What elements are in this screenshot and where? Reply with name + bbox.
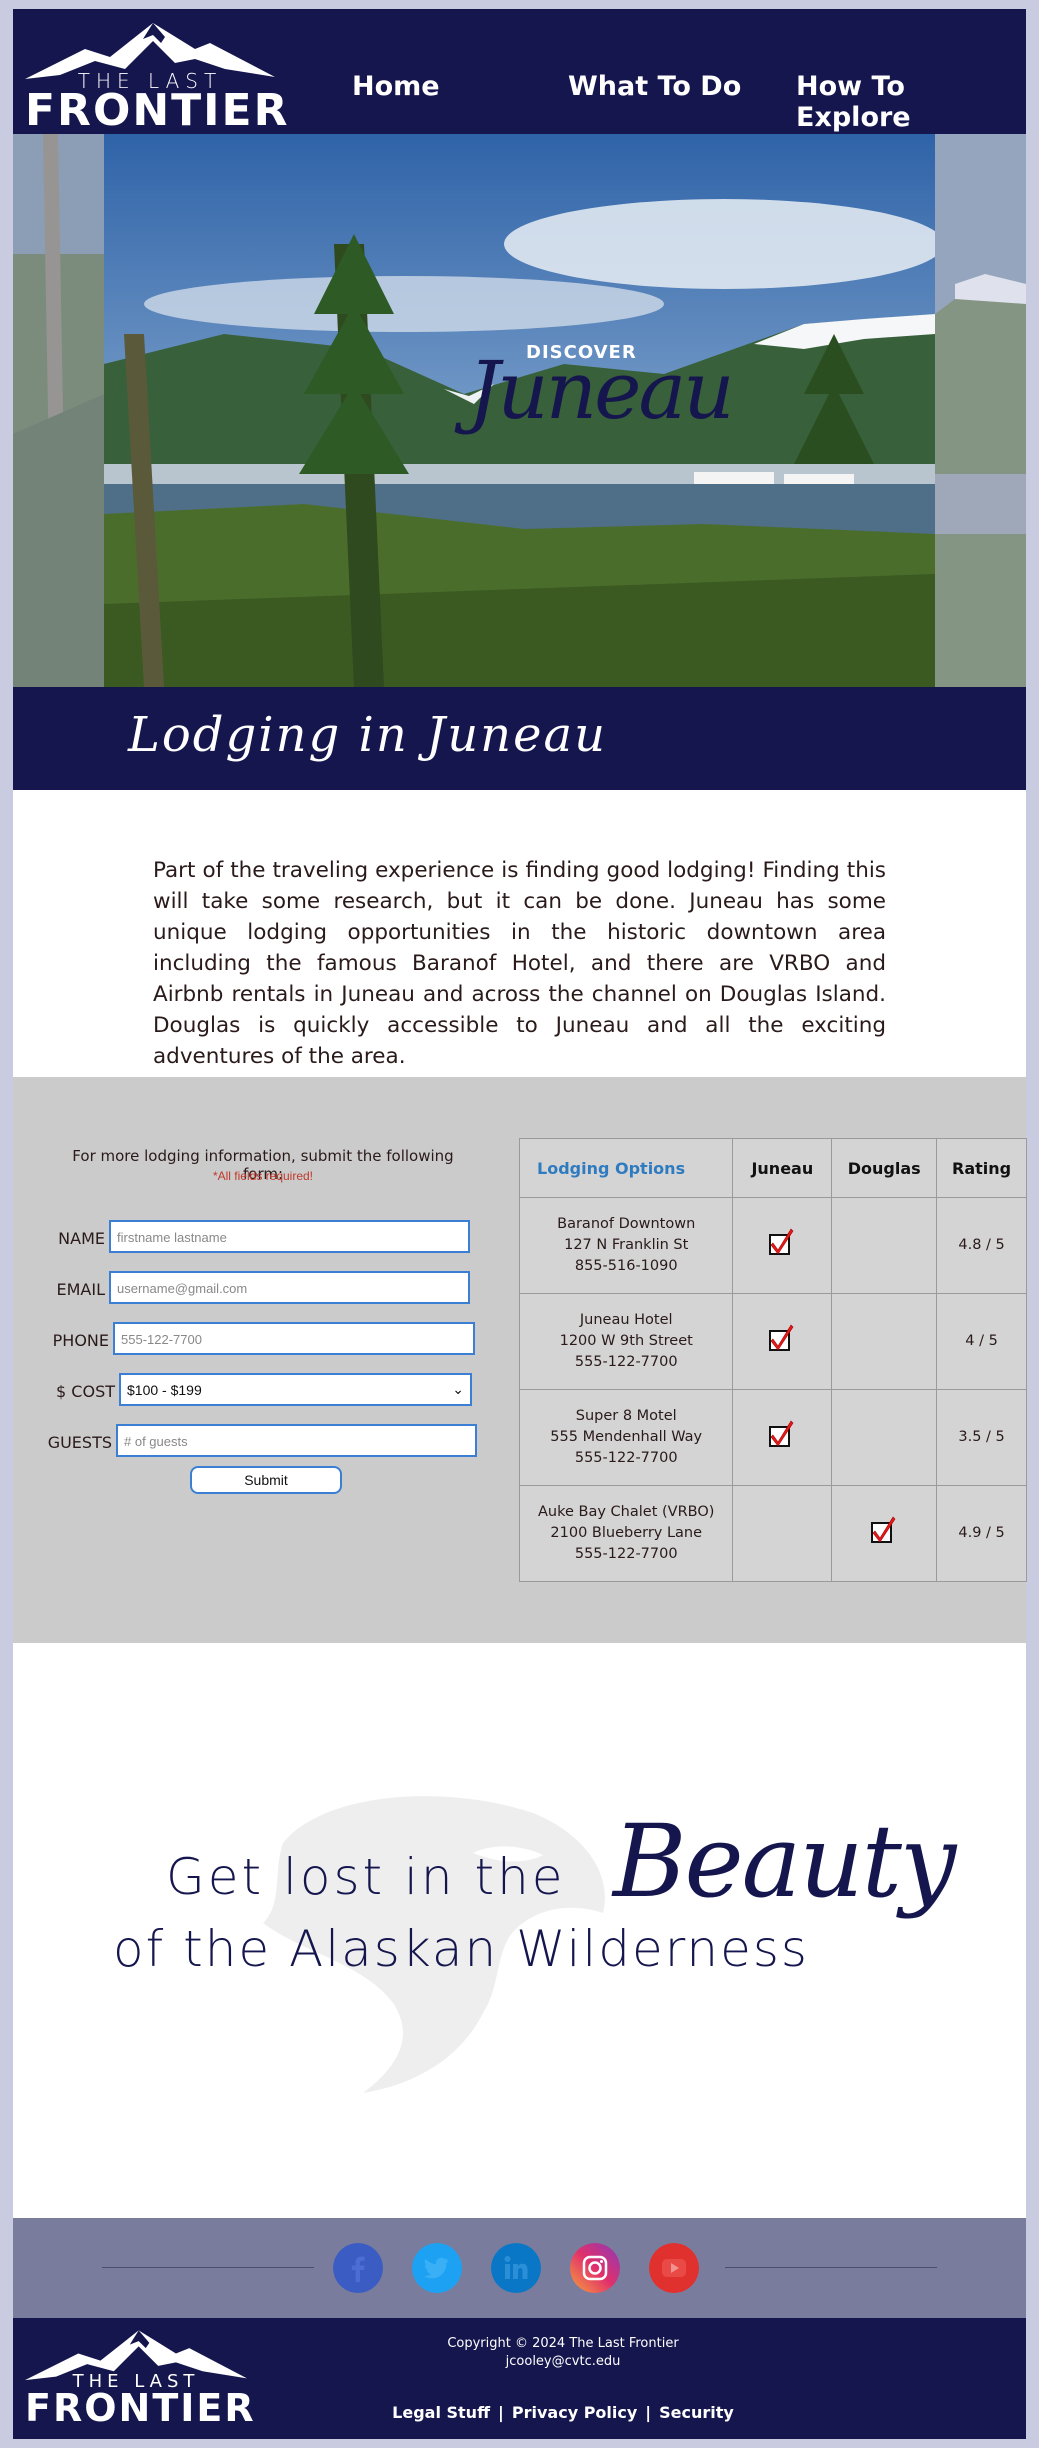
checkmark-icon <box>871 1516 896 1543</box>
beauty-script-word: Beauty <box>613 1803 956 1920</box>
douglas-cell <box>831 1197 938 1294</box>
hero-city-title: Juneau <box>468 344 735 437</box>
rating-cell: 4.8 / 5 <box>936 1197 1027 1294</box>
rating-cell: 3.5 / 5 <box>936 1389 1027 1486</box>
copyright-text: Copyright © 2024 The Last Frontier <box>447 2336 679 2351</box>
table-row: Juneau Hotel 1200 W 9th Street 555-122-770… <box>518 1293 1027 1390</box>
social-bar <box>13 2218 1026 2318</box>
lodging-phone: 855-516-1090 <box>574 1258 678 1274</box>
nav-what-to-do[interactable]: What To Do <box>568 71 741 102</box>
twitter-icon[interactable] <box>412 2243 462 2293</box>
intro-section: Part of the traveling experience is find… <box>13 790 1026 1077</box>
divider <box>102 2267 314 2268</box>
rating-cell: 4 / 5 <box>936 1293 1027 1390</box>
beauty-section: Get lost in the Beauty of the Alaskan Wi… <box>13 1643 1026 2218</box>
douglas-cell <box>831 1485 938 1582</box>
youtube-icon[interactable] <box>649 2243 699 2293</box>
legal-link[interactable]: Legal Stuff <box>392 2403 490 2422</box>
lodging-option-cell: Juneau Hotel 1200 W 9th Street 555-122-770… <box>518 1293 734 1390</box>
submit-button[interactable]: Submit <box>190 1466 342 1494</box>
beauty-line-2: of the Alaskan Wilderness <box>113 1920 809 1978</box>
guests-input[interactable]: # of guests <box>116 1424 477 1457</box>
checkmark-icon <box>769 1324 794 1351</box>
juneau-cell <box>732 1197 833 1294</box>
hero-side-left-image <box>13 134 104 687</box>
lodging-name: Baranof Downtown <box>557 1216 696 1232</box>
lodging-name: Juneau Hotel <box>579 1312 673 1328</box>
lodging-address: 127 N Franklin St <box>564 1237 689 1253</box>
email-input[interactable]: username@gmail.com <box>109 1271 470 1304</box>
security-link[interactable]: Security <box>659 2403 734 2422</box>
cost-select-value: $100 - $199 <box>127 1382 202 1398</box>
juneau-cell <box>732 1485 833 1582</box>
name-label: NAME <box>58 1229 105 1248</box>
footer-email[interactable]: jcooley@cvtc.edu <box>313 2354 813 2369</box>
rating-cell: 4.9 / 5 <box>936 1485 1027 1582</box>
juneau-cell <box>732 1293 833 1390</box>
chevron-down-icon: ⌄ <box>452 1381 464 1397</box>
logo-frontier: FRONTIER <box>25 85 290 136</box>
linkedin-icon[interactable] <box>491 2243 541 2293</box>
checkmark-icon <box>769 1228 794 1255</box>
header-lodging-options: Lodging Options <box>518 1138 734 1198</box>
hero-photo: DISCOVER Juneau <box>104 134 935 687</box>
lodging-option-cell: Auke Bay Chalet (VRBO) 2100 Blueberry Lan… <box>518 1485 734 1582</box>
beauty-line-1: Get lost in the <box>166 1848 566 1906</box>
table-row: Super 8 Motel 555 Mendenhall Way 555-122-7… <box>518 1389 1027 1486</box>
link-separator: | <box>645 2403 652 2422</box>
divider <box>725 2267 937 2268</box>
lodging-phone: 555-122-7700 <box>574 1546 678 1562</box>
lodging-phone: 555-122-7700 <box>574 1450 678 1466</box>
privacy-link[interactable]: Privacy Policy <box>512 2403 637 2422</box>
facebook-icon[interactable] <box>333 2243 383 2293</box>
cost-label: $ COST <box>56 1382 115 1401</box>
cost-select[interactable]: $100 - $199 ⌄ <box>119 1373 472 1406</box>
form-required-note: *All fields required! <box>212 1169 314 1183</box>
table-row: Auke Bay Chalet (VRBO) 2100 Blueberry Lan… <box>518 1485 1027 1582</box>
checkmark-icon <box>769 1420 794 1447</box>
header-juneau: Juneau <box>732 1138 833 1198</box>
lodging-address: 2100 Blueberry Lane <box>550 1525 703 1541</box>
hero-banner: DISCOVER Juneau <box>13 134 1026 687</box>
footer-logo[interactable]: THE LAST FRONTIER <box>25 2326 256 2431</box>
email-label: EMAIL <box>56 1280 106 1299</box>
table-row: Baranof Downtown 127 N Franklin St 855-516… <box>518 1197 1027 1294</box>
lodging-banner: Lodging in Juneau <box>13 687 1026 790</box>
lodging-address: 1200 W 9th Street <box>559 1333 693 1349</box>
header-rating: Rating <box>936 1138 1027 1198</box>
intro-paragraph: Part of the traveling experience is find… <box>153 858 886 1069</box>
page-frame: THE LAST FRONTIER Home What To Do How To… <box>13 9 1027 2439</box>
site-logo[interactable]: THE LAST FRONTIER <box>25 19 288 136</box>
nav-how-to-explore[interactable]: How To Explore <box>796 71 1026 133</box>
guests-label: GUESTS <box>47 1433 112 1452</box>
hero-side-right-image <box>935 134 1026 687</box>
header-douglas: Douglas <box>831 1138 938 1198</box>
footer-logo-frontier: FRONTIER <box>25 2386 256 2430</box>
phone-input[interactable]: 555-122-7700 <box>113 1322 475 1355</box>
site-footer: THE LAST FRONTIER Copyright © 2024 The L… <box>13 2318 1026 2439</box>
lodging-info-section: For more lodging information, submit the… <box>13 1077 1027 1643</box>
lodging-option-cell: Super 8 Motel 555 Mendenhall Way 555-122-7… <box>518 1389 734 1486</box>
nav-home[interactable]: Home <box>352 71 440 102</box>
footer-links: Legal Stuff | Privacy Policy | Security <box>313 2403 813 2422</box>
name-input[interactable]: firstname lastname <box>109 1220 470 1253</box>
juneau-cell <box>732 1389 833 1486</box>
lodging-name: Super 8 Motel <box>575 1408 677 1424</box>
link-separator: | <box>498 2403 504 2422</box>
phone-label: PHONE <box>52 1331 109 1350</box>
site-header: THE LAST FRONTIER Home What To Do How To… <box>13 9 1026 136</box>
instagram-icon[interactable] <box>570 2243 620 2293</box>
lodging-title: Lodging in Juneau <box>128 707 608 763</box>
douglas-cell <box>831 1293 938 1390</box>
douglas-cell <box>831 1389 938 1486</box>
lodging-address: 555 Mendenhall Way <box>550 1429 703 1445</box>
lodging-name: Auke Bay Chalet (VRBO) <box>538 1504 715 1520</box>
lodging-option-cell: Baranof Downtown 127 N Franklin St 855-516… <box>518 1197 734 1294</box>
lodging-phone: 555-122-7700 <box>574 1354 678 1370</box>
lodging-table: Lodging Options Juneau Douglas Rating Ba… <box>518 1138 1027 1582</box>
